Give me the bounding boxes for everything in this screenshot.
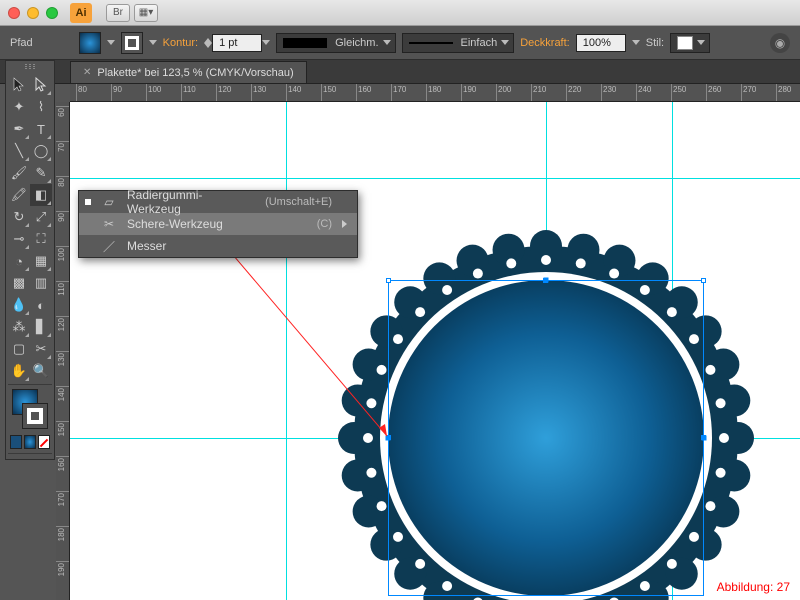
stroke-weight-input[interactable]: 1 pt <box>212 34 262 52</box>
none-chip[interactable] <box>38 435 50 449</box>
eraser-icon: ▱ <box>101 195 117 209</box>
pen-tool[interactable]: ✒ <box>8 118 30 140</box>
flyout-item-label: Schere-Werkzeug <box>127 217 307 231</box>
symbol-sprayer-tool[interactable]: ⁂ <box>8 316 30 338</box>
opacity-label[interactable]: Deckkraft: <box>520 37 570 49</box>
tool-flyout-menu: ▱ Radiergummi-Werkzeug (Umschalt+E) ✂ Schere… <box>78 190 358 258</box>
lasso-tool[interactable]: ⌇ <box>30 96 52 118</box>
paintbrush-tool[interactable]: 🖌 <box>8 162 30 184</box>
brush-def-dropdown[interactable]: Einfach <box>402 33 515 53</box>
slice-tool[interactable]: ✂ <box>30 338 52 360</box>
fill-stroke-control[interactable] <box>10 387 50 431</box>
stroke-box[interactable] <box>22 403 48 429</box>
arrange-docs-button[interactable]: ▦▾ <box>134 4 158 22</box>
fill-dropdown-arrow[interactable] <box>107 40 115 45</box>
selection-bbox <box>388 280 704 596</box>
flyout-item-label: Messer <box>127 239 322 253</box>
graphic-style-dropdown[interactable] <box>670 33 710 53</box>
anchor-point[interactable] <box>386 436 391 441</box>
current-tool-indicator <box>85 199 91 205</box>
document-tab[interactable]: ✕ Plakette* bei 123,5 % (CMYK/Vorschau) <box>70 61 307 83</box>
stroke-profile-dropdown[interactable]: Gleichm. <box>276 33 395 53</box>
width-tool[interactable]: ⊸ <box>8 228 30 250</box>
magic-wand-tool[interactable]: ✦ <box>8 96 30 118</box>
scale-tool[interactable]: ⤢ <box>30 206 52 228</box>
opacity-dropdown[interactable] <box>632 40 640 45</box>
eyedropper-tool[interactable]: 💧 <box>8 294 30 316</box>
graph-tool[interactable]: ▋ <box>30 316 52 338</box>
fill-swatch[interactable] <box>79 32 101 54</box>
traffic-lights <box>8 7 58 19</box>
stroke-swatch[interactable] <box>121 32 143 54</box>
control-bar-menu[interactable]: ◉ <box>770 33 790 53</box>
ruler-vertical[interactable]: 60708090100110120130140150160170180190 <box>56 102 70 600</box>
selection-type-label: Pfad <box>10 37 33 49</box>
shape-builder-tool[interactable]: ◔ <box>8 250 30 272</box>
document-tab-label: Plakette* bei 123,5 % (CMYK/Vorschau) <box>97 67 293 79</box>
stroke-weight-dropdown[interactable] <box>262 40 270 45</box>
close-tab-icon[interactable]: ✕ <box>83 67 91 78</box>
stroke-label[interactable]: Kontur: <box>163 37 198 49</box>
zoom-window-button[interactable] <box>46 7 58 19</box>
ruler-horizontal[interactable]: 8090100110120130140150160170180190200210… <box>70 84 800 102</box>
line-tool[interactable]: ╲ <box>8 140 30 162</box>
anchor-point[interactable] <box>702 436 707 441</box>
flyout-item-knife[interactable]: ／ Messer <box>79 235 357 257</box>
rotate-tool[interactable]: ↻ <box>8 206 30 228</box>
window-titlebar: Ai Br ▦▾ <box>0 0 800 26</box>
anchor-point[interactable] <box>544 278 549 283</box>
selection-handle[interactable] <box>701 278 706 283</box>
stroke-dropdown-arrow[interactable] <box>149 40 157 45</box>
tools-panel: ✦ ⌇ ✒ T ╲ ◯ 🖌 ✎ 🖍 ◧ ↻ ⤢ ⊸ ⛶ ◔ ▦ ▩ ▥ 💧 ◐ … <box>5 60 55 460</box>
flyout-item-shortcut: (C) <box>317 218 332 230</box>
mesh-tool[interactable]: ▩ <box>8 272 30 294</box>
document-tab-bar: ✕ Plakette* bei 123,5 % (CMYK/Vorschau) <box>0 60 800 84</box>
control-bar: Pfad Kontur: 1 pt Gleichm. Einfach Deckk… <box>0 26 800 60</box>
flyout-item-eraser[interactable]: ▱ Radiergummi-Werkzeug (Umschalt+E) <box>79 191 357 213</box>
figure-label: Abbildung: 27 <box>717 580 790 594</box>
free-transform-tool[interactable]: ⛶ <box>30 228 52 250</box>
canvas[interactable]: Abbildung: 27 <box>70 102 800 600</box>
app-icon: Ai <box>70 3 92 23</box>
color-chip[interactable] <box>10 435 22 449</box>
blend-tool[interactable]: ◐ <box>30 294 52 316</box>
perspective-grid-tool[interactable]: ▦ <box>30 250 52 272</box>
pencil-tool[interactable]: ✎ <box>30 162 52 184</box>
opacity-input[interactable]: 100% <box>576 34 626 52</box>
ellipse-tool[interactable]: ◯ <box>30 140 52 162</box>
gradient-tool[interactable]: ▥ <box>30 272 52 294</box>
selection-tool[interactable] <box>8 74 30 96</box>
zoom-tool[interactable]: 🔍 <box>30 360 52 382</box>
type-tool[interactable]: T <box>30 118 52 140</box>
hand-tool[interactable]: ✋ <box>8 360 30 382</box>
knife-icon: ／ <box>101 238 117 255</box>
flyout-item-scissors[interactable]: ✂ Schere-Werkzeug (C) <box>79 213 357 235</box>
close-window-button[interactable] <box>8 7 20 19</box>
eraser-tool[interactable]: ◧ <box>30 184 52 206</box>
blob-brush-tool[interactable]: 🖍 <box>8 184 30 206</box>
flyout-item-shortcut: (Umschalt+E) <box>265 196 332 208</box>
flyout-item-label: Radiergummi-Werkzeug <box>127 188 255 216</box>
style-label: Stil: <box>646 37 664 49</box>
gradient-chip[interactable] <box>24 435 36 449</box>
stroke-weight-down[interactable] <box>204 43 212 48</box>
minimize-window-button[interactable] <box>27 7 39 19</box>
chevron-right-icon <box>342 220 347 228</box>
direct-selection-tool[interactable] <box>30 74 52 96</box>
bridge-button[interactable]: Br <box>106 4 130 22</box>
scissors-icon: ✂ <box>101 217 117 231</box>
artboard-tool[interactable]: ▢ <box>8 338 30 360</box>
stroke-weight-up[interactable] <box>204 38 212 43</box>
selection-handle[interactable] <box>386 278 391 283</box>
panel-grip[interactable] <box>8 64 52 72</box>
